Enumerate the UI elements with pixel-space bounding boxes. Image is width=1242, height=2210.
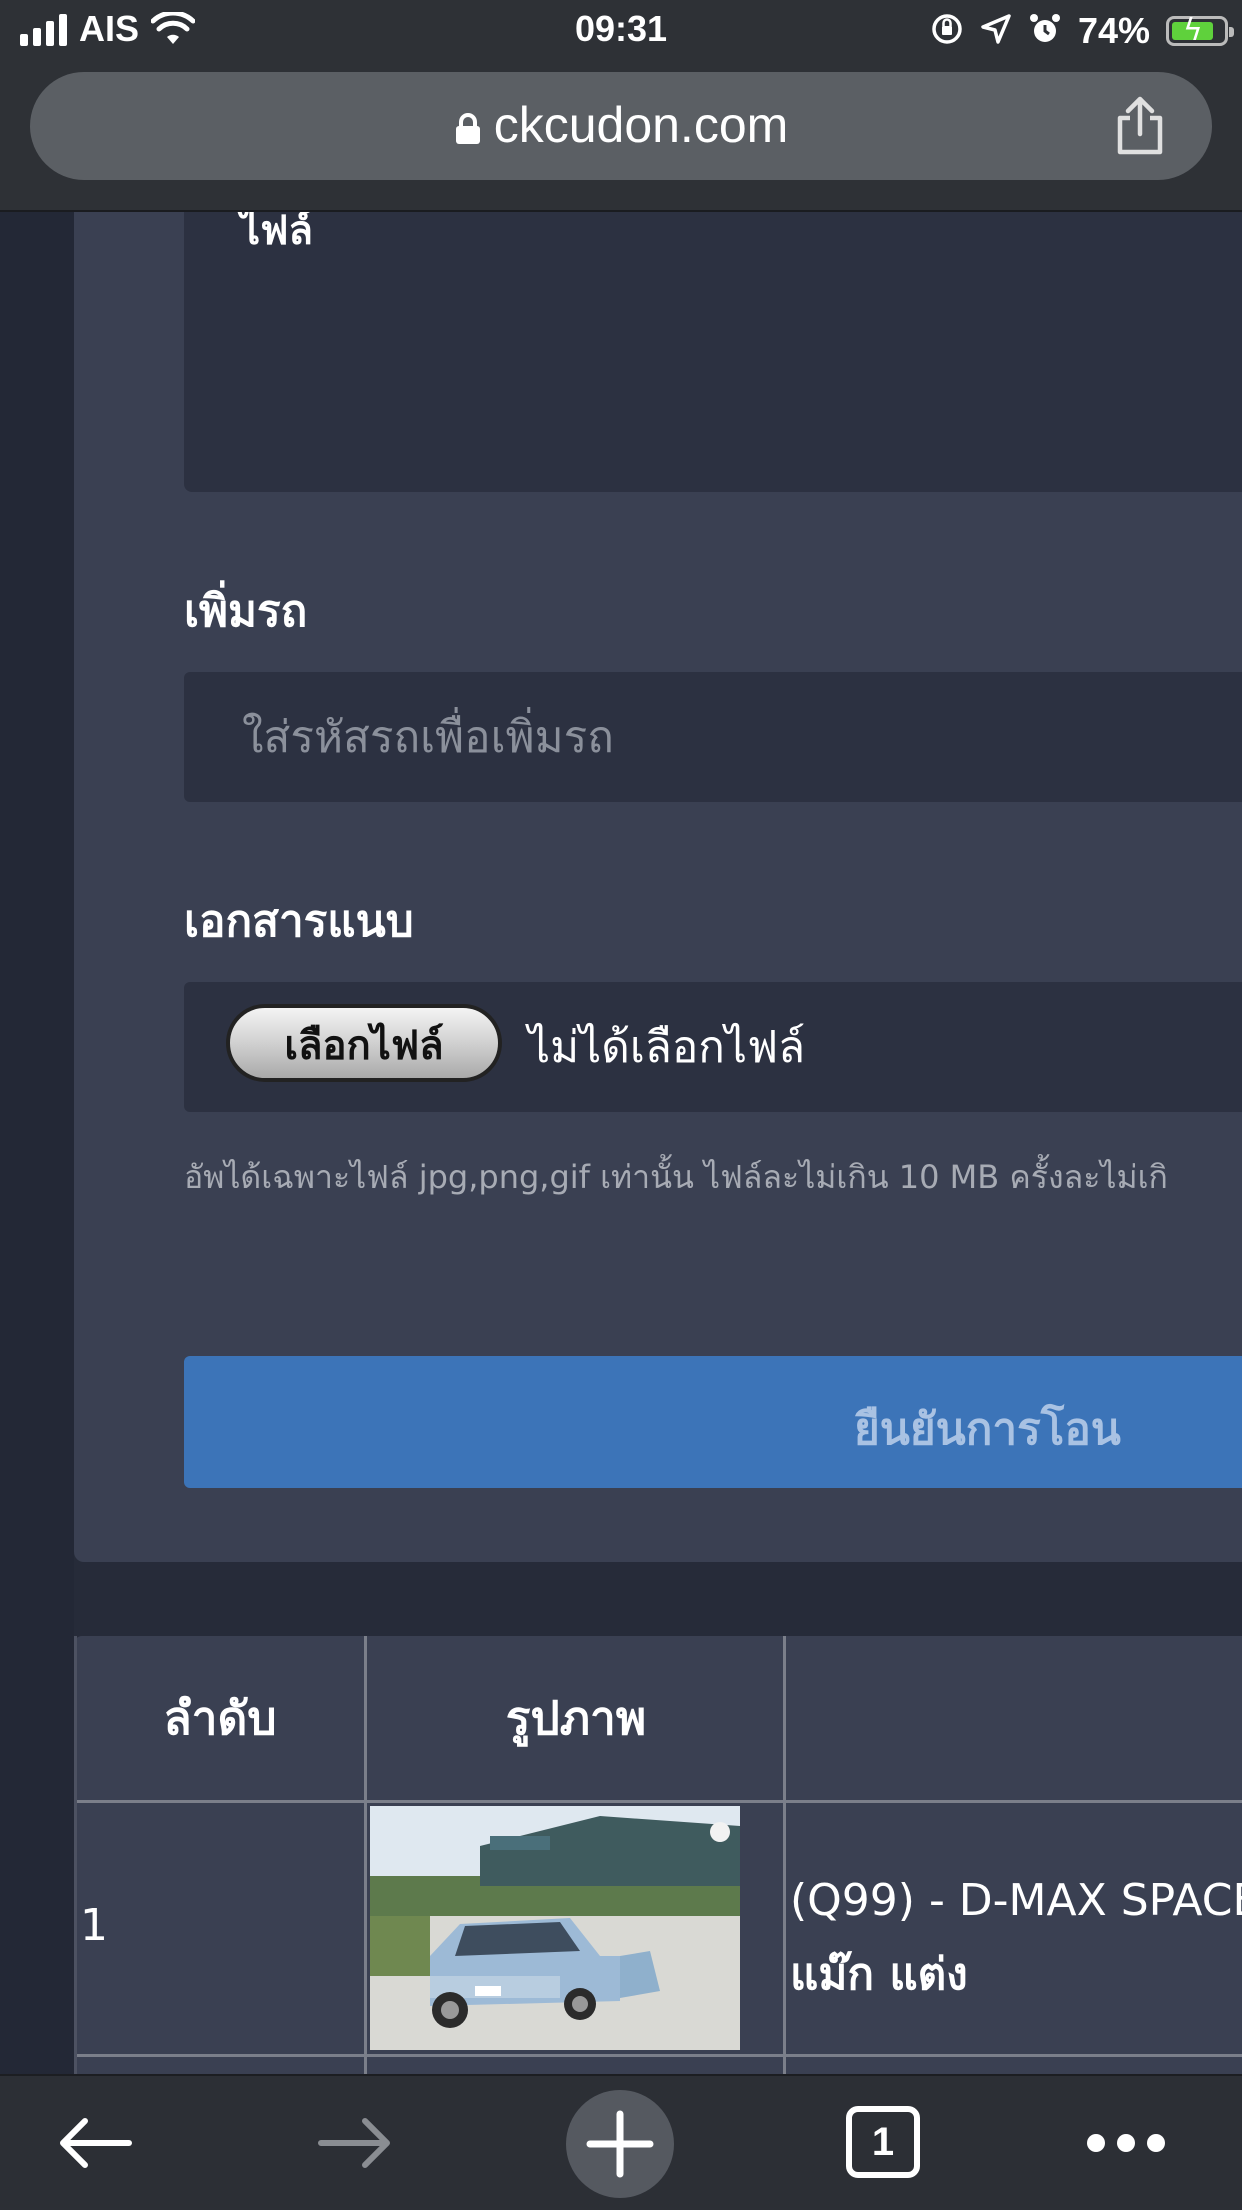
file-status-text: ไม่ได้เลือกไฟล์ <box>528 1022 806 1073</box>
file-upload-field: เลือกไฟล์ ไม่ได้เลือกไฟล์ <box>184 982 1242 1112</box>
url-text: ckcudon.com <box>493 97 789 153</box>
orientation-lock-icon <box>930 12 964 50</box>
choose-file-button[interactable]: เลือกไฟล์ <box>226 1004 502 1082</box>
attachment-label: เอกสารแนบ <box>184 896 414 947</box>
plus-icon <box>586 2110 654 2178</box>
battery-charging-icon: ϟ <box>1166 13 1234 48</box>
confirm-transfer-label: ยืนยันการโอน <box>854 1404 1121 1455</box>
column-header-details <box>786 1636 1242 1800</box>
tabs-button[interactable]: 1 <box>846 2106 920 2178</box>
location-icon <box>980 13 1012 49</box>
row-index: 1 <box>80 1900 108 1951</box>
arrow-right-icon <box>318 2118 390 2168</box>
forward-button[interactable] <box>300 2076 410 2210</box>
arrow-left-icon <box>60 2118 132 2168</box>
battery-percent: 74% <box>1077 10 1150 51</box>
notes-textarea[interactable] <box>184 212 1242 492</box>
browser-address-area: ckcudon.com <box>0 62 1242 212</box>
add-car-input[interactable] <box>240 706 1144 768</box>
share-button[interactable] <box>1112 96 1168 156</box>
share-icon <box>1117 96 1163 155</box>
more-menu-button[interactable] <box>1076 2076 1176 2210</box>
browser-toolbar: 1 <box>0 2074 1242 2210</box>
ellipsis-icon <box>1087 2134 1165 2152</box>
car-title-line1: (Q99) - D-MAX SPACE <box>790 1875 1242 1926</box>
clipped-field-label: ไฟล์ <box>240 212 313 254</box>
back-button[interactable] <box>40 2076 150 2210</box>
car-title-line2: แม๊ก แต่ง <box>790 1949 968 2000</box>
status-bar: AIS 09:31 74% ϟ <box>0 0 1242 62</box>
add-car-field[interactable] <box>184 672 1242 802</box>
page-content: ไฟล์ เพิ่มรถ เอกสารแนบ เลือกไฟล์ ไม่ได้เ… <box>0 212 1242 2074</box>
new-tab-button[interactable] <box>566 2090 674 2198</box>
confirm-transfer-button[interactable]: ยืนยันการโอน <box>184 1356 1242 1488</box>
car-title: (Q99) - D-MAX SPACE แม๊ก แต่ง <box>790 1864 1242 2012</box>
address-bar[interactable]: ckcudon.com <box>30 72 1212 180</box>
sidebar-edge <box>0 212 74 2074</box>
alarm-icon <box>1028 12 1062 50</box>
column-header-image: รูปภาพ <box>505 1690 647 1745</box>
column-header-order: ลำดับ <box>163 1690 277 1745</box>
lock-icon <box>454 100 482 158</box>
upload-hint: อัพได้เฉพาะไฟล์ jpg,png,gif เท่านั้น ไฟล… <box>184 1158 1168 1196</box>
car-thumbnail[interactable] <box>370 1806 740 2050</box>
add-car-label: เพิ่มรถ <box>184 586 308 637</box>
